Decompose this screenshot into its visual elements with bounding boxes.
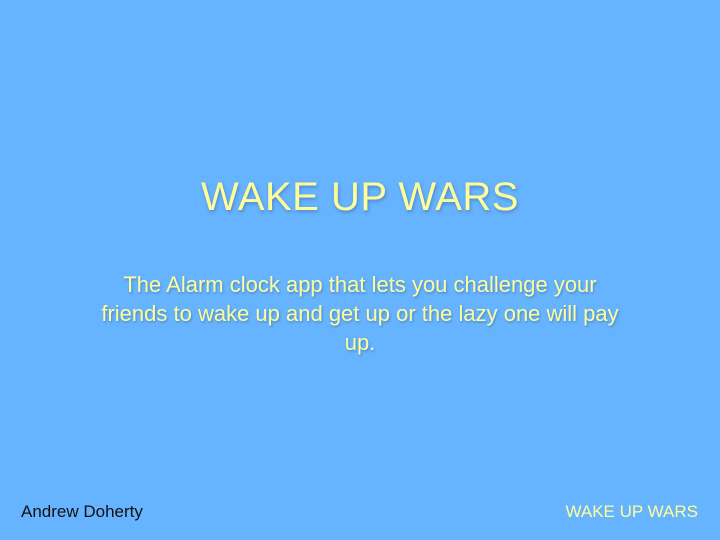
footer-author: Andrew Doherty [21,502,143,521]
slide-subtitle: The Alarm clock app that lets you challe… [101,272,619,355]
slide-title: WAKE UP WARS [201,175,519,219]
slide: WAKE UP WARS The Alarm clock app that le… [0,0,720,540]
footer-title: WAKE UP WARS [565,502,698,521]
